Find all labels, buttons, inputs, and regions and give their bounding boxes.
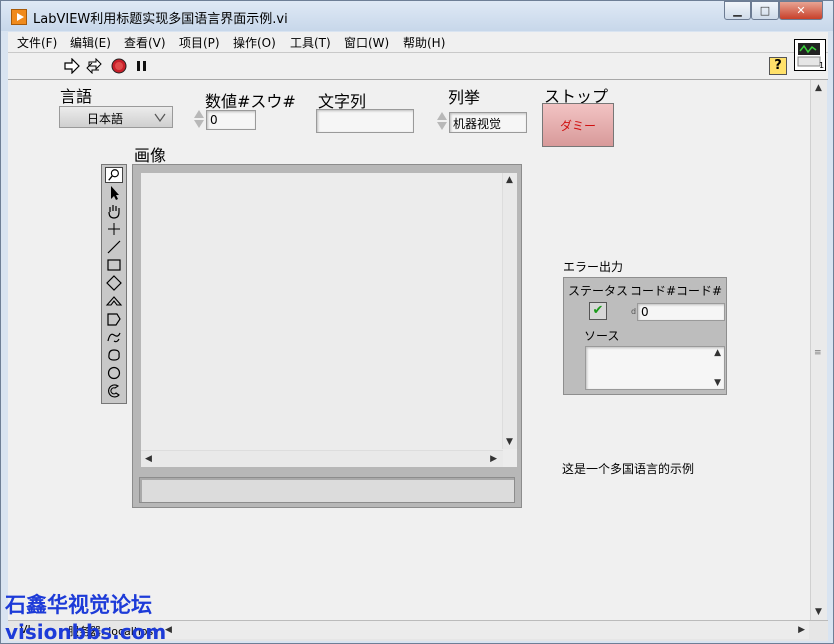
minimize-icon: ▁ [733, 4, 742, 17]
maximize-icon: □ [759, 4, 771, 17]
image-tools-palette [101, 164, 127, 404]
image-display: ▲ ▼ ◀ ▶ [132, 164, 522, 508]
scroll-down-icon[interactable]: ▼ [506, 437, 513, 447]
multilanguage-note: 这是一个多国语言的示例 [562, 462, 695, 476]
menu-file[interactable]: 文件(F) [17, 34, 57, 51]
minimize-button[interactable]: ▁ [724, 1, 751, 20]
error-out-cluster: ステータス コード#コード# ✔ d 0 ソース ▲ ▼ [563, 277, 727, 395]
menu-help[interactable]: 帮助(H) [403, 34, 445, 51]
watermark-title: 石鑫华视觉论坛 [5, 593, 152, 617]
scroll-down-icon[interactable]: ▼ [815, 607, 822, 617]
enum-field[interactable]: 机器视觉 [449, 112, 527, 133]
language-ring[interactable]: 日本語 [59, 106, 173, 128]
freehand-region-tool-icon[interactable] [105, 347, 123, 363]
image-status-bar [139, 477, 515, 503]
scroll-left-icon[interactable]: ◀ [145, 454, 152, 464]
decrement-arrow-icon[interactable] [437, 122, 447, 130]
menu-bar: 文件(F) 编辑(E) 查看(V) 项目(P) 操作(O) 工具(T) 窗口(W… [8, 32, 828, 53]
image-horizontal-scrollbar[interactable]: ◀ ▶ [141, 450, 503, 467]
scroll-down-icon: ▼ [714, 378, 721, 388]
annulus-tool-icon[interactable] [105, 293, 123, 309]
status-check-icon: ✔ [589, 302, 607, 320]
vi-icon[interactable]: 1 [794, 39, 826, 71]
increment-arrow-icon[interactable] [194, 110, 204, 118]
menu-window[interactable]: 窗口(W) [344, 34, 389, 51]
numeric-increment-decrement[interactable] [193, 108, 205, 128]
close-icon: ✕ [796, 4, 806, 17]
image-vertical-scrollbar[interactable]: ▲ ▼ [502, 173, 517, 449]
stop-button[interactable]: ダミー [542, 103, 614, 147]
help-icon: ? [774, 58, 782, 73]
oval-tool-icon[interactable] [105, 365, 123, 381]
panel-vertical-scrollbar[interactable]: ▲ ≡ ▼ [810, 80, 827, 620]
zoom-tool-icon[interactable] [105, 167, 123, 183]
pan-hand-icon[interactable] [105, 203, 123, 219]
toolbar: ? 1 [8, 39, 828, 80]
pause-icon[interactable] [134, 58, 150, 74]
panel-horizontal-scrollbar[interactable]: ◀ ▶ [161, 621, 809, 639]
error-status-label: ステータス [568, 284, 629, 298]
line-tool-icon[interactable] [105, 239, 123, 255]
enum-value: 机器视觉 [453, 117, 502, 131]
run-arrow-icon[interactable] [64, 58, 80, 74]
numeric-field[interactable]: 0 [206, 110, 256, 130]
error-source-field: ▲ ▼ [585, 346, 725, 390]
svg-text:1: 1 [819, 61, 824, 70]
front-panel: 言語 日本語 数値#スウ# 0 文字列 列挙 机器视觉 ストップ ダミー 画像 [8, 80, 810, 620]
language-value: 日本語 [87, 112, 124, 126]
watermark-url: visionbbs.com [5, 620, 167, 644]
image-label: 画像 [134, 146, 167, 165]
image-canvas[interactable]: ▲ ▼ ◀ ▶ [141, 173, 517, 467]
maximize-button[interactable]: □ [751, 1, 779, 20]
increment-arrow-icon[interactable] [437, 112, 447, 120]
numeric-value: 0 [210, 113, 218, 127]
labview-window: LabVIEW利用标题实现多国语言界面示例.vi ▁ □ ✕ 文件(F) 编辑(… [0, 0, 834, 644]
numeric-label: 数値#スウ# [205, 92, 296, 111]
selection-arrow-icon[interactable] [105, 185, 123, 201]
decrement-arrow-icon[interactable] [194, 120, 204, 128]
point-tool-icon[interactable] [105, 221, 123, 237]
menu-edit[interactable]: 编辑(E) [70, 34, 111, 51]
error-source-label: ソース [584, 329, 620, 343]
window-title: LabVIEW利用标题实现多国语言界面示例.vi [33, 12, 288, 27]
title-bar[interactable]: LabVIEW利用标题实现多国语言界面示例.vi ▁ □ ✕ [1, 1, 833, 31]
menu-view[interactable]: 查看(V) [124, 34, 166, 51]
enum-increment-decrement[interactable] [436, 110, 448, 130]
scroll-up-icon[interactable]: ▲ [815, 83, 822, 93]
rectangle-tool-icon[interactable] [105, 257, 123, 273]
language-label: 言語 [60, 87, 93, 106]
context-help-button[interactable]: ? [769, 57, 787, 75]
rotated-rectangle-tool-icon[interactable] [105, 275, 123, 291]
stop-button-text: ダミー [559, 119, 596, 133]
error-code-label: コード#コード# [630, 284, 723, 298]
enum-label: 列挙 [448, 88, 481, 107]
freehand-line-tool-icon[interactable] [105, 329, 123, 345]
menu-tools[interactable]: 工具(T) [290, 34, 331, 51]
close-button[interactable]: ✕ [779, 1, 823, 20]
scroll-up-icon: ▲ [714, 348, 721, 358]
error-code-field: 0 [637, 303, 725, 321]
labview-app-icon [11, 9, 27, 25]
polygon-tool-icon[interactable] [105, 311, 123, 327]
scroll-grip-icon[interactable]: ≡ [814, 348, 822, 358]
annulus-arc-tool-icon[interactable] [105, 383, 123, 399]
menu-operate[interactable]: 操作(O) [233, 34, 276, 51]
abort-icon[interactable] [111, 58, 127, 74]
error-code-value: 0 [641, 305, 649, 319]
run-continuously-icon[interactable] [86, 58, 102, 74]
menu-project[interactable]: 项目(P) [179, 34, 220, 51]
scroll-up-icon[interactable]: ▲ [506, 175, 513, 185]
scroll-right-icon[interactable]: ▶ [798, 625, 805, 635]
scroll-right-icon[interactable]: ▶ [490, 454, 497, 464]
code-radix: d [631, 307, 637, 316]
error-out-label: エラー出力 [563, 260, 624, 274]
chevron-down-icon [154, 113, 166, 122]
string-field[interactable] [316, 109, 414, 133]
vi-waveform-icon: 1 [797, 43, 824, 70]
